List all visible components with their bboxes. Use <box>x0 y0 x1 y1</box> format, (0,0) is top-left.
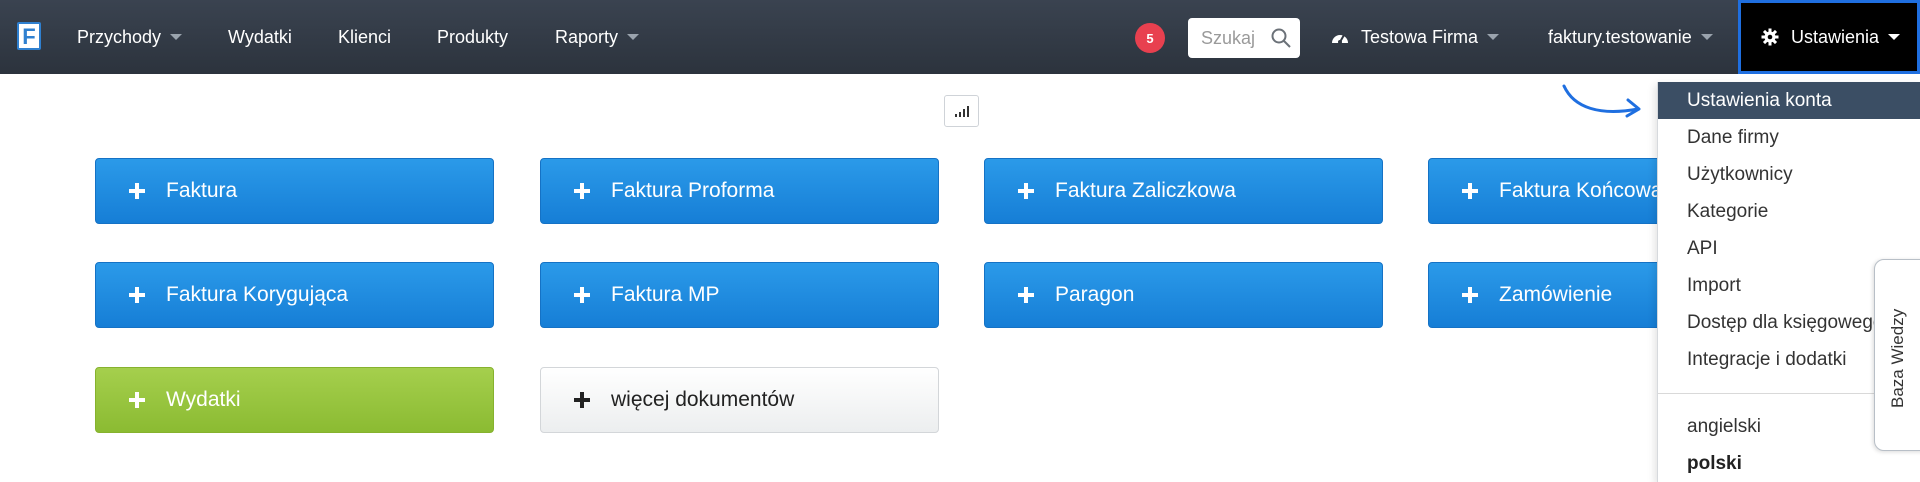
notification-badge[interactable]: 5 <box>1135 23 1165 53</box>
nav-produkty-label: Produkty <box>437 26 509 47</box>
plus-icon <box>574 287 590 303</box>
plus-icon <box>1018 287 1034 303</box>
search-icon[interactable] <box>1270 27 1292 49</box>
plus-icon <box>1018 183 1034 199</box>
plus-icon <box>129 392 145 408</box>
doc-button-label: Paragon <box>1055 283 1135 306</box>
settings-menu-button[interactable]: Ustawienia <box>1738 0 1920 74</box>
menu-item-ustawienia-konta[interactable]: Ustawienia konta <box>1658 82 1920 119</box>
plus-icon <box>1462 287 1478 303</box>
nav-klienci[interactable]: Klienci <box>338 0 391 74</box>
company-name: Testowa Firma <box>1361 26 1479 47</box>
chevron-down-icon <box>1487 34 1500 40</box>
account-switcher[interactable]: faktury.testowanie <box>1548 0 1713 74</box>
new-faktura-korygujaca-button[interactable]: Faktura Korygująca <box>95 262 494 328</box>
new-paragon-button[interactable]: Paragon <box>984 262 1383 328</box>
new-wydatek-button[interactable]: Wydatki <box>95 367 494 433</box>
doc-button-label: więcej dokumentów <box>611 388 795 411</box>
chevron-down-icon <box>627 34 640 40</box>
menu-item-kategorie[interactable]: Kategorie <box>1658 193 1920 230</box>
doc-button-label: Faktura MP <box>611 283 720 306</box>
plus-icon <box>574 183 590 199</box>
new-faktura-button[interactable]: Faktura <box>95 158 494 224</box>
knowledge-base-tab[interactable]: Baza Wiedzy <box>1874 259 1920 451</box>
doc-button-label: Zamówienie <box>1499 283 1613 306</box>
plus-icon <box>574 392 590 408</box>
nav-produkty[interactable]: Produkty <box>437 0 508 74</box>
nav-raporty-label: Raporty <box>555 26 619 47</box>
search-box <box>1188 18 1300 58</box>
menu-item-uzytkownicy[interactable]: Użytkownicy <box>1658 156 1920 193</box>
nav-klienci-label: Klienci <box>338 26 392 47</box>
doc-button-label: Faktura <box>166 179 238 202</box>
nav-wydatki[interactable]: Wydatki <box>228 0 292 74</box>
doc-button-label: Faktura Zaliczkowa <box>1055 179 1236 202</box>
app-logo[interactable]: F <box>17 22 41 50</box>
company-switcher[interactable]: Testowa Firma <box>1330 0 1500 74</box>
chevron-down-icon <box>1700 34 1713 40</box>
nav-raporty[interactable]: Raporty <box>555 0 640 74</box>
account-name: faktury.testowanie <box>1548 26 1692 47</box>
more-documents-button[interactable]: więcej dokumentów <box>540 367 939 433</box>
settings-label: Ustawienia <box>1791 26 1880 47</box>
plus-icon <box>129 287 145 303</box>
dashboard-icon <box>1332 34 1348 44</box>
gear-icon <box>1761 28 1779 46</box>
menu-item-dane-firmy[interactable]: Dane firmy <box>1658 119 1920 156</box>
plus-icon <box>129 183 145 199</box>
doc-button-label: Faktura Końcowa <box>1499 179 1663 202</box>
nav-wydatki-label: Wydatki <box>228 26 292 47</box>
doc-button-label: Wydatki <box>166 388 241 411</box>
knowledge-base-label: Baza Wiedzy <box>1888 308 1907 408</box>
nav-przychody[interactable]: Przychody <box>77 0 183 74</box>
signal-bars-icon <box>955 106 969 117</box>
nav-przychody-label: Przychody <box>77 26 162 47</box>
new-faktura-zaliczkowa-button[interactable]: Faktura Zaliczkowa <box>984 158 1383 224</box>
chart-toggle-button[interactable] <box>944 95 979 127</box>
top-navbar: F Przychody Wydatki Klienci Produkty Rap… <box>0 0 1920 74</box>
doc-button-label: Faktura Proforma <box>611 179 775 202</box>
chevron-down-icon <box>1888 34 1901 40</box>
new-faktura-mp-button[interactable]: Faktura MP <box>540 262 939 328</box>
plus-icon <box>1462 183 1478 199</box>
new-faktura-proforma-button[interactable]: Faktura Proforma <box>540 158 939 224</box>
chevron-down-icon <box>170 34 183 40</box>
pointer-arrow-icon <box>1562 84 1641 118</box>
doc-button-label: Faktura Korygująca <box>166 283 349 306</box>
